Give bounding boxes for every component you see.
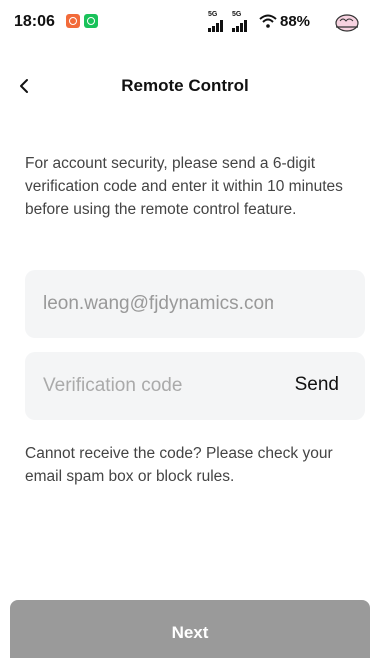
page-title: Remote Control (121, 76, 249, 95)
navigation-bar: Remote Control (0, 64, 370, 108)
email-field[interactable] (43, 270, 273, 338)
signal-icon: 5G (208, 11, 224, 32)
wechat-notification-icon (84, 14, 98, 28)
status-time: 18:06 (14, 13, 55, 30)
battery-level: 88% (280, 13, 311, 30)
send-code-button[interactable]: Send (295, 374, 339, 396)
next-button[interactable]: Next (10, 600, 370, 658)
app-notification-icon (66, 14, 80, 28)
signal-icon-2: 5G (232, 11, 248, 32)
email-field-container (25, 270, 365, 338)
security-info-text: For account security, please send a 6-di… (25, 155, 343, 218)
status-bar: 18:06 5G 5G 88% (0, 0, 370, 44)
verification-code-input[interactable] (43, 352, 273, 420)
help-text: Cannot receive the code? Please check yo… (25, 445, 333, 485)
wifi-icon (259, 14, 277, 28)
brain-icon (335, 14, 359, 32)
code-field-container: Send (25, 352, 365, 420)
